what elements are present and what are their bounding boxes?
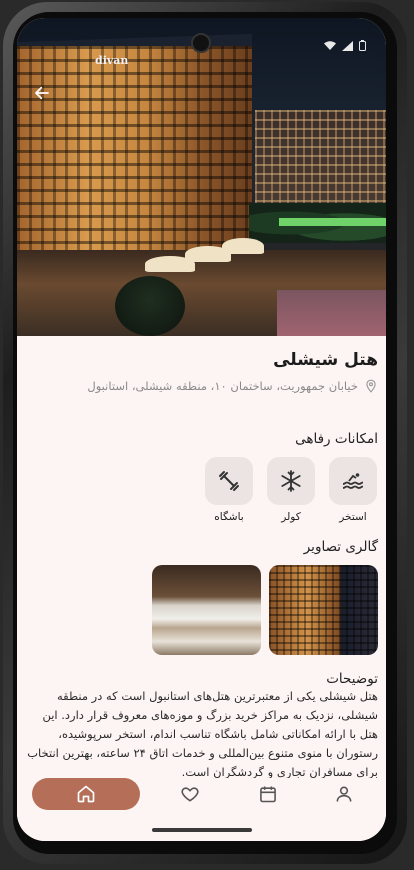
hotel-hero-image: divan <box>17 18 386 336</box>
amenities-title: امکانات رفاهی <box>295 431 378 447</box>
home-icon <box>77 785 95 803</box>
amenity-gym[interactable]: باشگاه <box>204 457 254 523</box>
amenity-icon-box <box>329 457 377 505</box>
status-icons <box>324 36 366 55</box>
dumbbell-icon <box>219 471 239 491</box>
wifi-icon <box>324 36 336 55</box>
gallery-photo-buffet[interactable] <box>152 565 261 655</box>
person-icon <box>336 786 352 802</box>
back-button[interactable] <box>29 80 55 106</box>
amenity-label: کولر <box>281 511 301 523</box>
gallery-title: گالری تصاویر <box>303 539 378 555</box>
amenity-icon-box <box>205 457 253 505</box>
nav-favorites[interactable] <box>175 778 205 810</box>
snowflake-icon <box>281 470 301 492</box>
nav-profile[interactable] <box>329 778 359 810</box>
signal-icon <box>342 36 353 55</box>
amenity-label: باشگاه <box>214 511 244 523</box>
arrow-left-icon <box>35 86 49 100</box>
hotel-address: خیابان جمهوریت، ساختمان ۱۰، منطقه شیشلی،… <box>87 379 378 393</box>
hero-side-building <box>255 110 386 210</box>
amenity-label: استخر <box>339 511 367 523</box>
hero-pool <box>277 290 386 336</box>
hero-tree <box>115 276 185 336</box>
amenity-ac[interactable]: کولر <box>266 457 316 523</box>
hero-canopy <box>222 238 264 254</box>
app-screen: divan هتل شیشلی خیابان جمهوریت، ساختمان … <box>17 18 386 841</box>
calendar-icon <box>260 786 276 803</box>
image-gallery <box>152 565 378 655</box>
hotel-logo: divan <box>95 54 129 67</box>
status-bar <box>17 18 386 51</box>
hotel-name: هتل شیشلی <box>273 350 378 370</box>
gallery-photo-exterior[interactable] <box>269 565 378 655</box>
amenity-icon-box <box>267 457 315 505</box>
description-text: هتل شیشلی یکی از معتبرترین هتل‌های استان… <box>27 689 378 779</box>
pool-icon <box>342 473 364 489</box>
hero-green-light <box>279 218 386 226</box>
location-pin-icon <box>366 379 376 393</box>
amenity-pool[interactable]: استخر <box>328 457 378 523</box>
hotel-details: هتل شیشلی خیابان جمهوریت، ساختمان ۱۰، من… <box>17 336 386 779</box>
address-text: خیابان جمهوریت، ساختمان ۱۰، منطقه شیشلی،… <box>87 379 358 393</box>
battery-icon <box>359 36 366 55</box>
nav-home[interactable] <box>32 778 140 810</box>
heart-icon <box>181 787 199 802</box>
amenities-list: استخر کولر باشگاه <box>204 457 378 523</box>
nav-bookings[interactable] <box>253 778 283 810</box>
description-title: توضیحات <box>326 671 378 687</box>
home-indicator <box>152 828 252 832</box>
